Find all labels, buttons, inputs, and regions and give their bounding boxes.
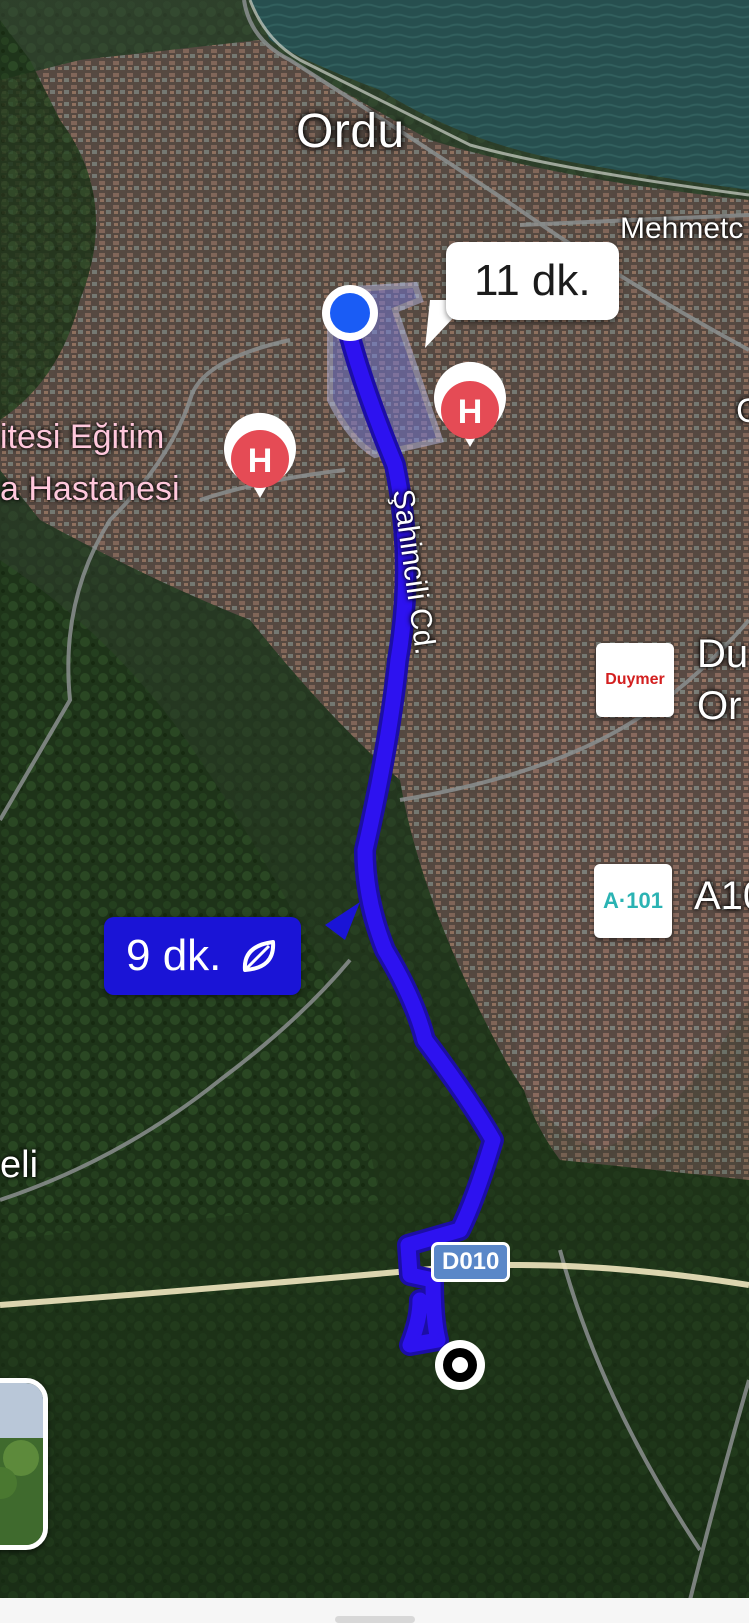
duymer-label-line1: Du [697, 632, 749, 676]
city-label: Ordu [296, 105, 405, 158]
place-label-eli: eli [0, 1144, 39, 1186]
duymer-logo: Duymer [605, 671, 665, 688]
hospital-icon: H [458, 393, 483, 431]
origin-dot[interactable] [322, 285, 378, 341]
road-shield-d010: D010 [431, 1242, 511, 1282]
alt-route-duration[interactable]: 11 dk. [446, 242, 619, 320]
a101-label: A10 [694, 874, 749, 918]
a101-logo: A·101 [603, 888, 663, 913]
duymer-label-line2: Or [697, 684, 742, 728]
edge-label: C [736, 392, 749, 430]
duymer-poi[interactable]: Duymer [596, 643, 674, 717]
destination-marker[interactable] [435, 1340, 485, 1390]
street-view-thumbnail[interactable] [0, 1378, 48, 1550]
a101-poi[interactable]: A·101 [594, 864, 672, 938]
hospital-icon: H [248, 442, 273, 480]
main-route-duration[interactable]: 9 dk. [104, 917, 302, 995]
leaf-icon [239, 936, 279, 976]
hospital-label-line1: itesi Eğitim [0, 418, 165, 456]
main-duration-text: 9 dk. [126, 931, 222, 980]
street-label: Mehmetc [620, 212, 744, 245]
hospital-label-line2: a Hastanesi [0, 470, 180, 508]
drag-handle[interactable] [335, 1616, 415, 1623]
alt-duration-text: 11 dk. [474, 256, 591, 305]
